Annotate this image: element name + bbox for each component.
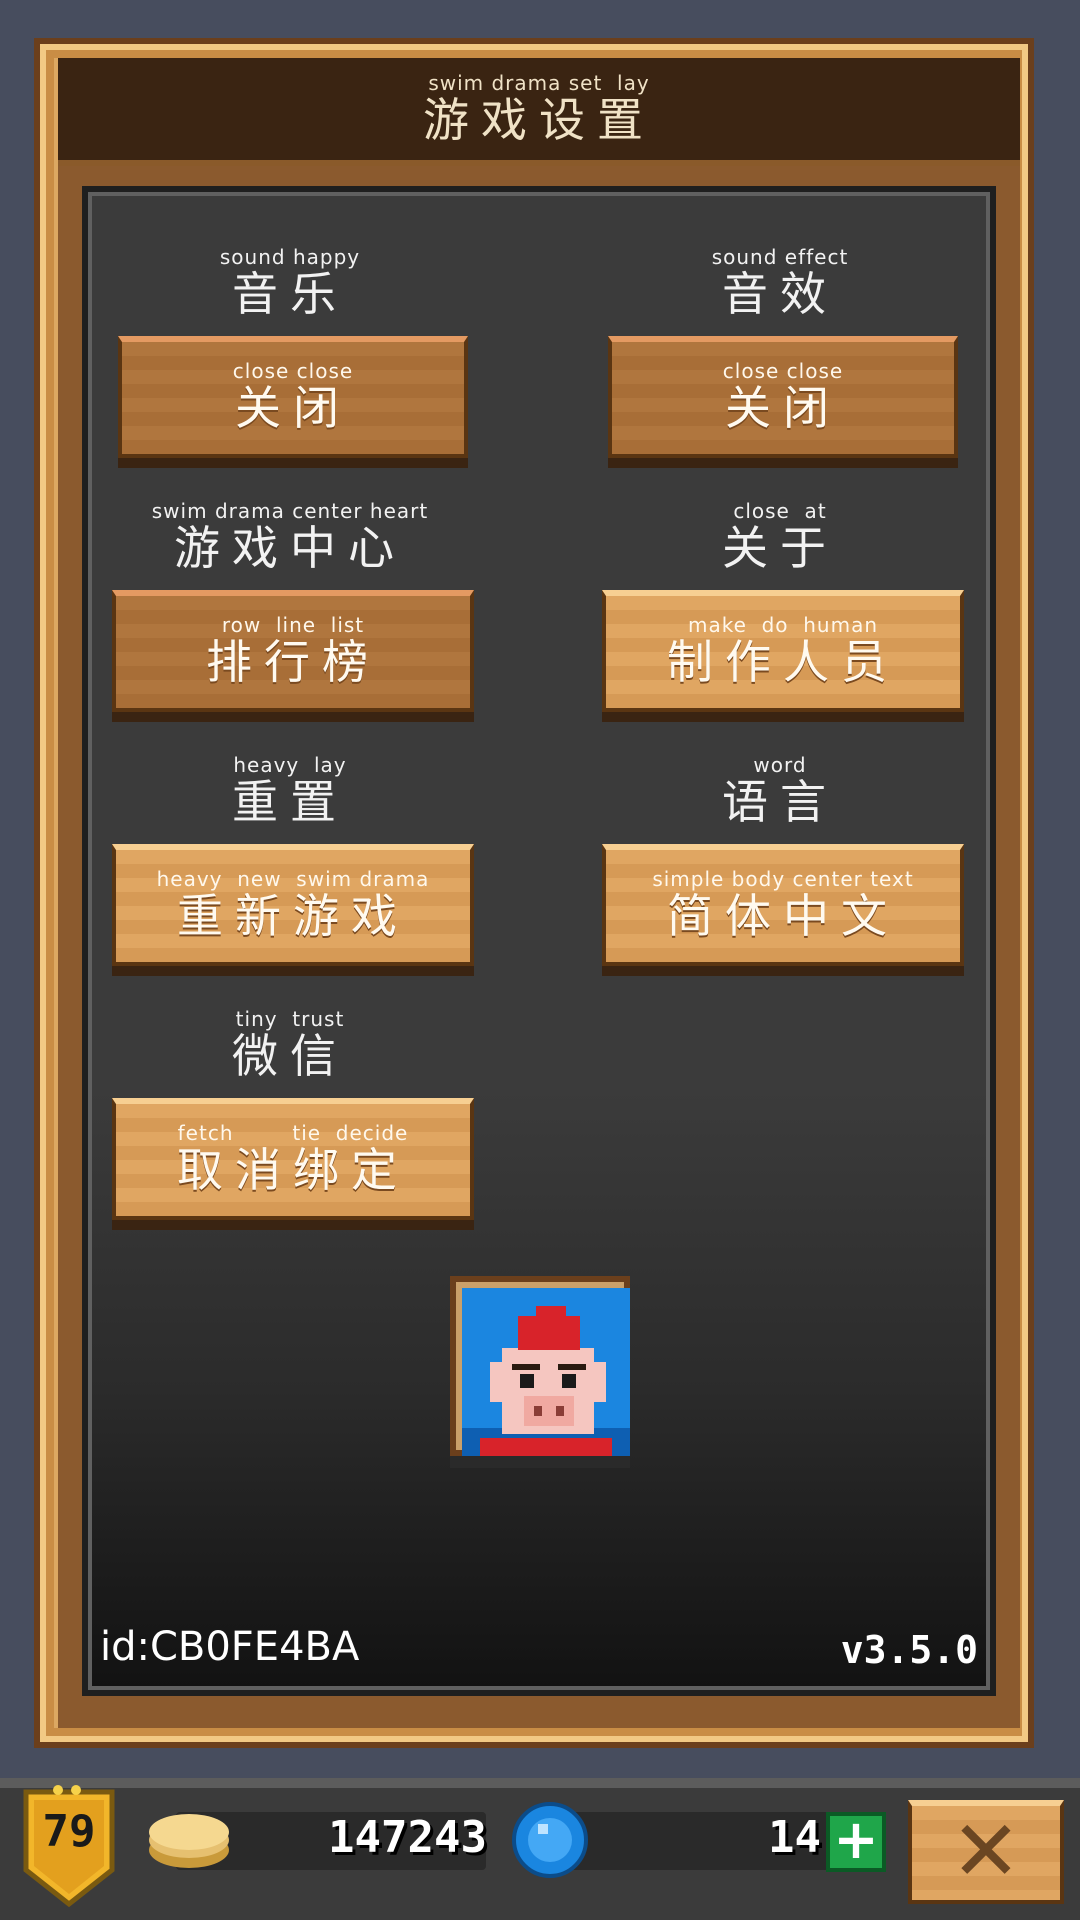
game-center-label-text: 游戏中心 xyxy=(174,521,406,575)
sound-effect-button-gloss: close close xyxy=(722,359,844,383)
title-bar: swim drama set lay 游戏设置 xyxy=(58,58,1020,166)
credits-button[interactable]: make do human 制作人员 xyxy=(602,590,964,712)
wechat-label: tiny trust 微信 xyxy=(90,1008,490,1082)
about-label-text: 关于 xyxy=(722,521,838,575)
reset-label: heavy lay 重置 xyxy=(90,754,490,828)
leaderboard-button-label: 排行榜 xyxy=(206,635,380,689)
leaderboard-button[interactable]: row line list 排行榜 xyxy=(112,590,474,712)
gold-coin-stack-icon xyxy=(149,1814,229,1868)
sound-effect-label: sound effect 音效 xyxy=(580,246,980,320)
game-center-label-gloss: swim drama center heart xyxy=(151,499,429,523)
close-x-icon: ✕ xyxy=(950,1802,1022,1900)
blue-gem-icon xyxy=(512,1802,588,1878)
music-label-text: 音乐 xyxy=(232,267,348,321)
credits-button-gloss: make do human xyxy=(687,613,879,637)
music-button-gloss: close close xyxy=(232,359,354,383)
unbind-button-label: 取消绑定 xyxy=(177,1143,409,1197)
reset-label-gloss: heavy lay xyxy=(233,753,347,777)
reset-label-text: 重置 xyxy=(232,775,348,829)
page-title: 游戏设置 xyxy=(423,93,655,147)
sound-effect-label-gloss: sound effect xyxy=(711,245,849,269)
user-id: id:CB0FE4BA xyxy=(100,1624,360,1670)
plus-icon: + xyxy=(833,1808,879,1871)
music-label: sound happy 音乐 xyxy=(90,246,490,320)
gem-count: 14 xyxy=(768,1812,821,1863)
language-select-button[interactable]: simple body center text 简体中文 xyxy=(602,844,964,966)
title-gloss: swim drama set lay xyxy=(428,71,650,95)
player-avatar[interactable] xyxy=(450,1276,630,1456)
wechat-label-text: 微信 xyxy=(232,1029,348,1083)
music-button-label: 关闭 xyxy=(235,381,351,435)
leaderboard-button-gloss: row line list xyxy=(221,613,365,637)
restart-button-label: 重新游戏 xyxy=(177,889,409,943)
language-label: word 语言 xyxy=(580,754,980,828)
about-label: close at 关于 xyxy=(580,500,980,574)
about-label-gloss: close at xyxy=(733,499,827,523)
unbind-wechat-button[interactable]: fetch tie decide 取消绑定 xyxy=(112,1098,474,1220)
restart-button-gloss: heavy new swim drama xyxy=(156,867,430,891)
game-center-label: swim drama center heart 游戏中心 xyxy=(90,500,490,574)
language-button-label: 简体中文 xyxy=(667,889,899,943)
player-level: 79 xyxy=(42,1806,96,1857)
add-gems-button[interactable]: + xyxy=(826,1812,886,1872)
restart-game-button[interactable]: heavy new swim drama 重新游戏 xyxy=(112,844,474,966)
language-button-gloss: simple body center text xyxy=(652,867,914,891)
language-label-gloss: word xyxy=(753,753,807,777)
music-label-gloss: sound happy xyxy=(219,245,361,269)
pig-avatar-icon xyxy=(462,1288,630,1456)
coin-count: 147243 xyxy=(328,1812,487,1863)
version-label: v3.5.0 xyxy=(840,1628,978,1672)
sound-effect-label-text: 音效 xyxy=(722,267,838,321)
music-toggle-button[interactable]: close close 关闭 xyxy=(118,336,468,458)
sound-effect-toggle-button[interactable]: close close 关闭 xyxy=(608,336,958,458)
sound-effect-button-label: 关闭 xyxy=(725,381,841,435)
credits-button-label: 制作人员 xyxy=(667,635,899,689)
wechat-label-gloss: tiny trust xyxy=(235,1007,345,1031)
close-settings-button[interactable]: ✕ xyxy=(908,1800,1064,1904)
unbind-button-gloss: fetch tie decide xyxy=(177,1121,409,1145)
language-label-text: 语言 xyxy=(722,775,838,829)
